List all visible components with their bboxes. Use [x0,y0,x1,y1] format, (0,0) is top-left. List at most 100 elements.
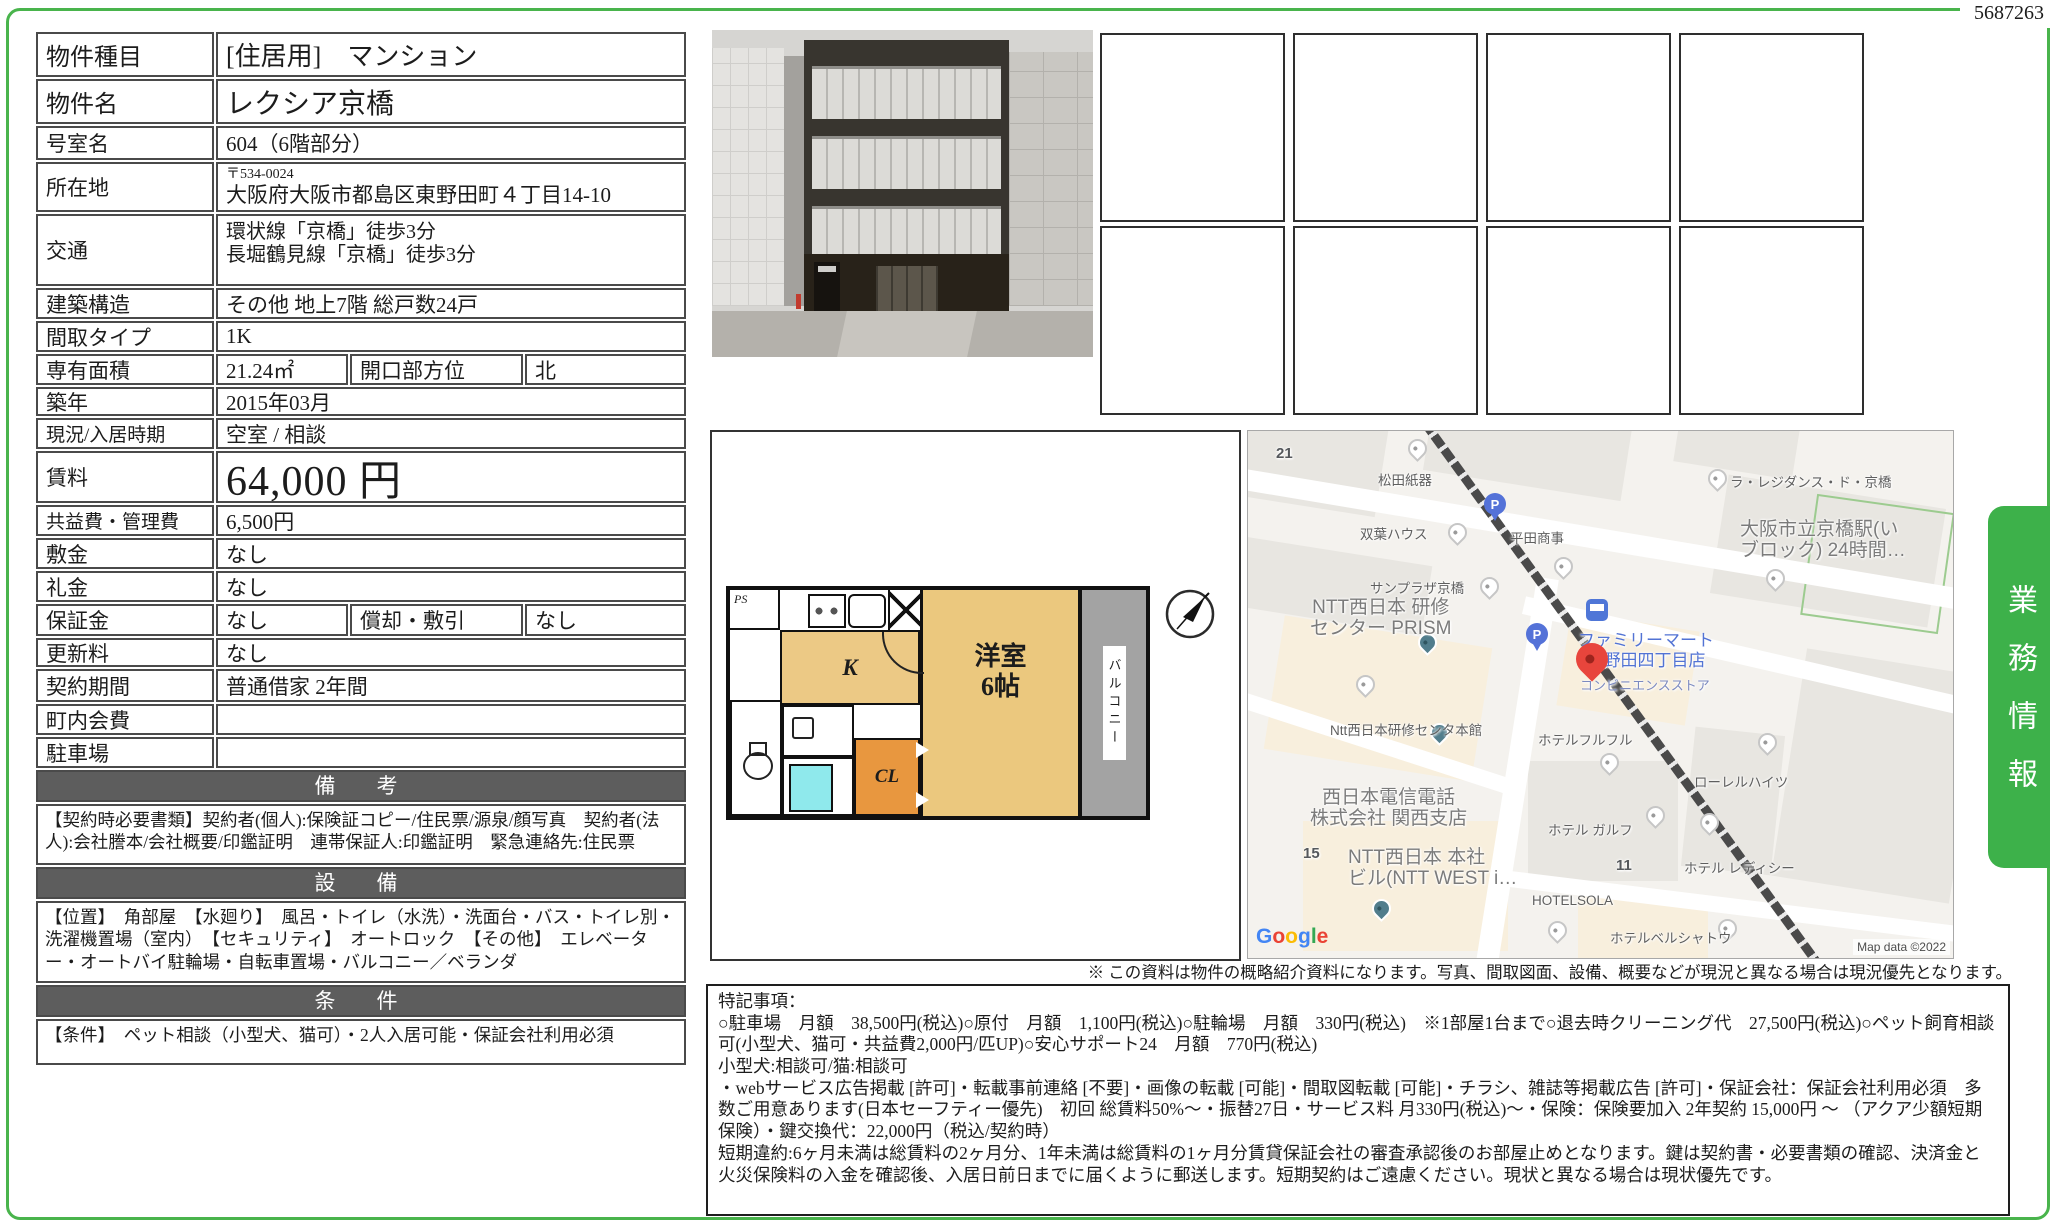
table-row: 契約期間 普通借家 2年間 [36,669,686,702]
parking-letter: P [1533,627,1542,642]
map-label-block15: 15 [1303,845,1320,862]
photo-driveway [837,311,977,357]
map-label-residence: ラ・レジダンス・ド・京橋 [1730,471,1891,491]
row-value: レクシア京橋 [216,79,686,124]
row-label: 契約期間 [36,669,214,702]
google-letter: g [1298,925,1311,948]
row-value: その他 地上7階 総戸数24戸 [216,288,686,319]
table-row: 交通 環状線「京橋」徒歩3分 長堀鶴見線「京橋」徒歩3分 [36,214,686,286]
map-label-ntt-hq: NTT西日本 本社 ビル(NTT WEST i… [1348,847,1517,890]
property-table: 物件種目 [住居用] マンション 物件名 レクシア京橋 号室名 604（6階部分… [36,30,686,1065]
row-value: 604（6階部分） [216,126,686,160]
special-notes-line: 短期違約:6ヶ月未満は総賃料の2ヶ月分、1年未満は総賃料の1ヶ月分賃貸保証会社の… [718,1143,1998,1186]
closet-door-arrow [916,792,929,808]
map-cream-block [1264,615,1493,781]
conditions-text: 【条件】 ペット相談（小型犬、猫可）・2人入居可能・保証会社利用必須 [36,1019,686,1065]
map-attribution: Map data ©2022 [1853,939,1950,955]
row-sub-label: 償却・敷引 [350,604,523,636]
convenience-store-icon [1586,599,1608,621]
business-info-tab: 業務情報 [1988,506,2050,868]
floor-plan-drawing: 洋室 6帖 バルコニー PS K CL [726,586,1150,820]
map-label-futaba: 双葉ハウス [1360,523,1428,543]
row-value: 6,500円 [216,505,686,536]
special-notes-box: 特記事項： ○駐車場 月額 38,500円(税込)○原付 月額 1,100円(税… [706,984,2010,1216]
map-pin-white [1544,917,1571,944]
transit-line-1: 環状線「京橋」徒歩3分 [226,221,436,244]
row-label: 更新料 [36,638,214,667]
table-row: 町内会費 [36,704,686,735]
floor-plan-closet: CL [854,738,920,816]
table-row: 号室名 604（6階部分） [36,126,686,160]
map-label-matsuda: 松田紙器 [1378,469,1432,489]
equipment-text: 【位置】 角部屋 【水廻り】 風呂・トイレ（水洗）・洗面台・バス・トイレ別・洗濯… [36,901,686,983]
map-label-hotel-ladysea: ホテル レディシー [1684,857,1795,877]
closet-label: CL [875,766,899,788]
google-letter: o [1272,925,1285,948]
compass-icon [1164,588,1216,640]
map-label-laurel: ローレルハイツ [1694,771,1788,791]
postal-code: 〒534-0024 [226,167,294,183]
row-label: 駐車場 [36,737,214,768]
table-row: 更新料 なし [36,638,686,667]
range-hood-icon [888,590,922,630]
map-label-famima-type: コンビニエンスストア [1580,675,1710,694]
map-label-hotel-fulufulu: ホテルフルフル [1538,729,1633,749]
table-row: 賃料 64,000 円 [36,451,686,503]
row-value [216,737,686,768]
row-label: 号室名 [36,126,214,160]
special-notes-line: 小型犬:相談可/猫:相談可 [718,1056,1998,1078]
map-label-ntt-west-tel: 西日本電信電話 株式会社 関西支店 [1310,787,1467,830]
conditions-header: 条 件 [36,985,686,1017]
photo-placeholder [1293,33,1478,222]
table-row: 所在地 〒534-0024 大阪府大阪市都島区東野田町４丁目14-10 [36,162,686,212]
row-label: 敷金 [36,538,214,569]
map-pin-white [1550,553,1577,580]
row-value: 〒534-0024 大阪府大阪市都島区東野田町４丁目14-10 [216,162,686,212]
rent-value: 64,000 円 [216,451,686,503]
photo-placeholder [1486,33,1671,222]
photo-balcony-band [812,136,1001,189]
google-logo: Google [1256,925,1328,949]
special-notes-line: ○駐車場 月額 38,500円(税込)○原付 月額 1,100円(税込)○駐輪場… [718,1013,1998,1056]
map-label-hotel-gulf: ホテル ガルフ [1548,819,1633,839]
row-label: 築年 [36,387,214,416]
table-row: 現況/入居時期 空室 / 相談 [36,418,686,449]
photo-placeholder [1679,33,1864,222]
photo-balcony-band [812,66,1001,119]
photo-red-cone [796,294,801,309]
photo-placeholder [1679,226,1864,415]
row-value [216,704,686,735]
floor-plan-washroom [782,705,854,757]
table-row: 築年 2015年03月 [36,387,686,416]
photo-ground [712,311,1093,357]
google-letter: o [1285,925,1298,948]
map-label-sunplaza: サンプラザ京橋 [1370,577,1464,597]
table-row: 敷金 なし [36,538,686,569]
equipment-header: 設 備 [36,867,686,899]
map-label-hotelsola: HOTELSOLA [1532,893,1613,908]
property-flyer-page: 5687263 物件種目 [住居用] マンション 物件名 レクシア京橋 号室名 … [0,0,2056,1225]
row-label: 現況/入居時期 [36,418,214,449]
photo-right-wall [1009,52,1093,306]
special-notes-line: ・webサービス広告掲載 [許可]・転載事前連絡 [不要]・画像の転載 [可能]… [718,1078,1998,1143]
map-label-hotel-bellechateau: ホテルベルシャトウ [1610,927,1732,947]
stove-icon [808,594,846,628]
row-label: 共益費・管理費 [36,505,214,536]
row-value: なし [216,638,686,667]
row-value: 環状線「京橋」徒歩3分 長堀鶴見線「京橋」徒歩3分 [216,214,686,286]
parking-letter: P [1491,497,1500,512]
photo-placeholder [1486,226,1671,415]
google-letter: e [1317,925,1329,948]
photo-placeholder [1100,226,1285,415]
remarks-header: 備 考 [36,770,686,802]
floor-plan-main-room: 洋室 6帖 [920,590,1078,816]
row-value: [住居用] マンション [216,32,686,77]
google-letter: G [1256,925,1272,948]
row-value: 普通借家 2年間 [216,669,686,702]
row-sub-label: 開口部方位 [350,354,523,385]
map-label-station: 大阪市立京橋駅(い ブロック) 24時間… [1740,519,1906,562]
map-label-ntt-prism: NTT西日本 研修 センター PRISM [1310,597,1451,640]
address: 大阪府大阪市都島区東野田町４丁目14-10 [226,183,611,207]
row-label: 間取タイプ [36,321,214,352]
special-notes-title: 特記事項： [718,991,1998,1013]
